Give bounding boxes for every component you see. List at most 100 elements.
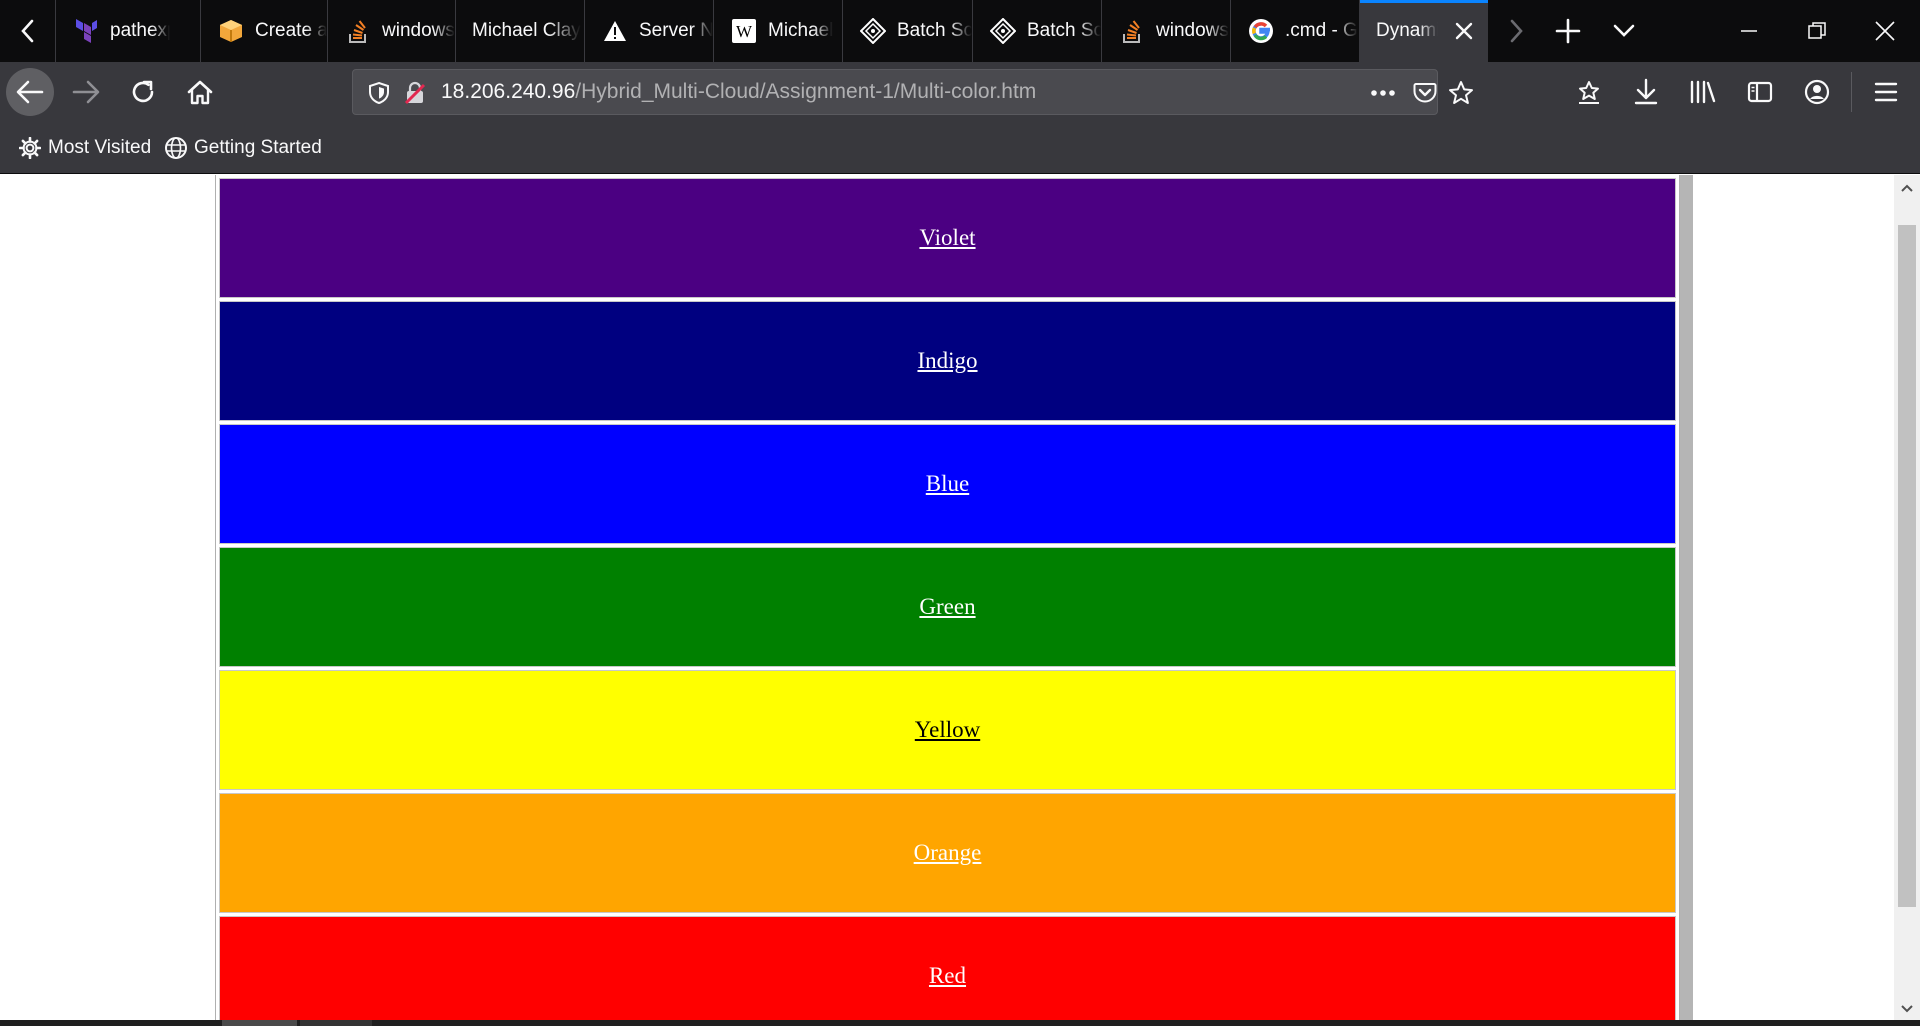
tab-1[interactable]: Create a bbox=[200, 0, 327, 62]
vertical-scrollbar[interactable] bbox=[1894, 175, 1920, 1022]
back-button[interactable] bbox=[6, 68, 54, 116]
tracking-protection-shield-icon[interactable] bbox=[365, 79, 393, 107]
save-to-collection-button[interactable] bbox=[1571, 74, 1607, 110]
scroll-tabs-right-button[interactable] bbox=[1488, 0, 1544, 62]
stackoverflow-icon bbox=[1118, 17, 1146, 45]
tab-10-active[interactable]: Dynami bbox=[1359, 0, 1488, 62]
open-menu-button[interactable] bbox=[1868, 74, 1904, 110]
sidebar-icon bbox=[1747, 81, 1773, 103]
restore-window-button[interactable] bbox=[1782, 0, 1852, 62]
taskbar-item[interactable] bbox=[300, 1020, 372, 1026]
color-row: Green bbox=[219, 547, 1676, 667]
color-rows: Violet Indigo Blue Green Yellow Orange Red bbox=[219, 178, 1676, 1022]
forward-button[interactable] bbox=[62, 68, 110, 116]
page-frame-border bbox=[1680, 175, 1693, 1022]
account-button[interactable] bbox=[1799, 74, 1835, 110]
color-cell-red: Red bbox=[219, 916, 1676, 1022]
tab-9[interactable]: .cmd - G bbox=[1230, 0, 1359, 62]
plus-icon bbox=[1555, 18, 1581, 44]
color-row: Indigo bbox=[219, 301, 1676, 421]
hamburger-menu-icon bbox=[1874, 82, 1898, 102]
color-table: Violet Indigo Blue Green Yellow Orange Red bbox=[215, 175, 1680, 1022]
bookmark-most-visited[interactable]: Most Visited bbox=[18, 134, 151, 162]
reload-icon bbox=[132, 80, 154, 103]
toolbar-separator bbox=[1851, 72, 1852, 112]
warning-icon bbox=[601, 17, 629, 45]
tab-6[interactable]: Batch Sc bbox=[842, 0, 972, 62]
account-icon bbox=[1804, 79, 1830, 105]
page-content: Violet Indigo Blue Green Yellow Orange Red bbox=[0, 175, 1920, 1022]
pocket-icon[interactable] bbox=[1411, 79, 1439, 107]
tab-label: Dynami bbox=[1376, 20, 1438, 41]
color-cell-blue: Blue bbox=[219, 424, 1676, 544]
svg-text:W: W bbox=[736, 22, 753, 41]
chevron-left-icon bbox=[20, 19, 33, 43]
scroll-tabs-left-button[interactable] bbox=[0, 0, 55, 62]
close-tab-icon[interactable] bbox=[1450, 17, 1478, 45]
url-text[interactable]: 18.206.240.96/Hybrid_Multi-Cloud/Assignm… bbox=[441, 70, 1036, 114]
bookmark-star-icon[interactable] bbox=[1447, 79, 1475, 107]
tab-5[interactable]: W Michael bbox=[713, 0, 842, 62]
chevron-right-icon bbox=[1510, 19, 1523, 43]
library-button[interactable] bbox=[1685, 74, 1721, 110]
color-link-yellow[interactable]: Yellow bbox=[915, 717, 980, 742]
sidebar-button[interactable] bbox=[1742, 74, 1778, 110]
insecure-lock-icon[interactable] bbox=[401, 79, 429, 107]
tab-label: Create a bbox=[255, 20, 327, 41]
arrow-left-icon bbox=[16, 80, 44, 104]
scrollbar-thumb[interactable] bbox=[1898, 225, 1916, 907]
bookmark-label: Getting Started bbox=[194, 137, 322, 158]
gear-icon bbox=[18, 136, 42, 160]
color-link-indigo[interactable]: Indigo bbox=[917, 348, 977, 373]
tab-label: Batch Sc bbox=[897, 20, 972, 41]
page-actions-icon[interactable] bbox=[1369, 79, 1397, 107]
color-link-blue[interactable]: Blue bbox=[926, 471, 969, 496]
download-icon bbox=[1634, 78, 1658, 105]
library-icon bbox=[1690, 80, 1716, 104]
home-button[interactable] bbox=[176, 68, 224, 116]
chevron-up-icon bbox=[1901, 184, 1913, 192]
color-link-violet[interactable]: Violet bbox=[919, 225, 975, 250]
color-cell-violet: Violet bbox=[219, 178, 1676, 298]
tab-label: Server N bbox=[639, 20, 713, 41]
tab-label: Batch Sc bbox=[1027, 20, 1101, 41]
color-row: Orange bbox=[219, 793, 1676, 913]
color-cell-green: Green bbox=[219, 547, 1676, 667]
scroll-up-button[interactable] bbox=[1894, 175, 1920, 201]
os-taskbar bbox=[0, 1020, 1920, 1026]
scroll-down-button[interactable] bbox=[1894, 996, 1920, 1022]
terraform-icon bbox=[72, 17, 100, 45]
minimize-window-button[interactable] bbox=[1714, 0, 1784, 62]
close-window-button[interactable] bbox=[1850, 0, 1920, 62]
bookmark-getting-started[interactable]: Getting Started bbox=[164, 134, 322, 162]
tab-0[interactable]: pathexp bbox=[55, 0, 170, 62]
stackoverflow-icon bbox=[344, 17, 372, 45]
tab-8[interactable]: windows bbox=[1101, 0, 1230, 62]
tab-4[interactable]: Server N bbox=[584, 0, 713, 62]
reload-button[interactable] bbox=[119, 68, 167, 116]
tab-2[interactable]: windows bbox=[327, 0, 455, 62]
color-link-red[interactable]: Red bbox=[929, 963, 966, 988]
navigation-toolbar: 18.206.240.96/Hybrid_Multi-Cloud/Assignm… bbox=[0, 62, 1920, 122]
star-list-icon bbox=[1579, 81, 1599, 104]
tab-label: Michael Clay bbox=[472, 20, 581, 41]
color-link-green[interactable]: Green bbox=[919, 594, 975, 619]
tab-label: windows bbox=[1156, 20, 1229, 41]
chevron-down-icon bbox=[1613, 24, 1635, 37]
tab-3[interactable]: Michael Clay bbox=[455, 0, 584, 62]
color-link-orange[interactable]: Orange bbox=[914, 840, 982, 865]
url-host: 18.206.240.96 bbox=[441, 80, 576, 103]
home-icon bbox=[187, 80, 213, 105]
downloads-button[interactable] bbox=[1628, 74, 1664, 110]
taskbar-item[interactable] bbox=[222, 1020, 297, 1026]
tab-7[interactable]: Batch Sc bbox=[972, 0, 1101, 62]
new-tab-button[interactable] bbox=[1540, 0, 1596, 62]
chevron-down-icon bbox=[1901, 1005, 1913, 1013]
color-row: Yellow bbox=[219, 670, 1676, 790]
bookmarks-toolbar: Most Visited Getting Started bbox=[0, 122, 1920, 174]
list-all-tabs-button[interactable] bbox=[1596, 0, 1652, 62]
batch-script-icon bbox=[989, 17, 1017, 45]
url-bar[interactable]: 18.206.240.96/Hybrid_Multi-Cloud/Assignm… bbox=[352, 69, 1473, 115]
color-cell-yellow: Yellow bbox=[219, 670, 1676, 790]
color-cell-orange: Orange bbox=[219, 793, 1676, 913]
